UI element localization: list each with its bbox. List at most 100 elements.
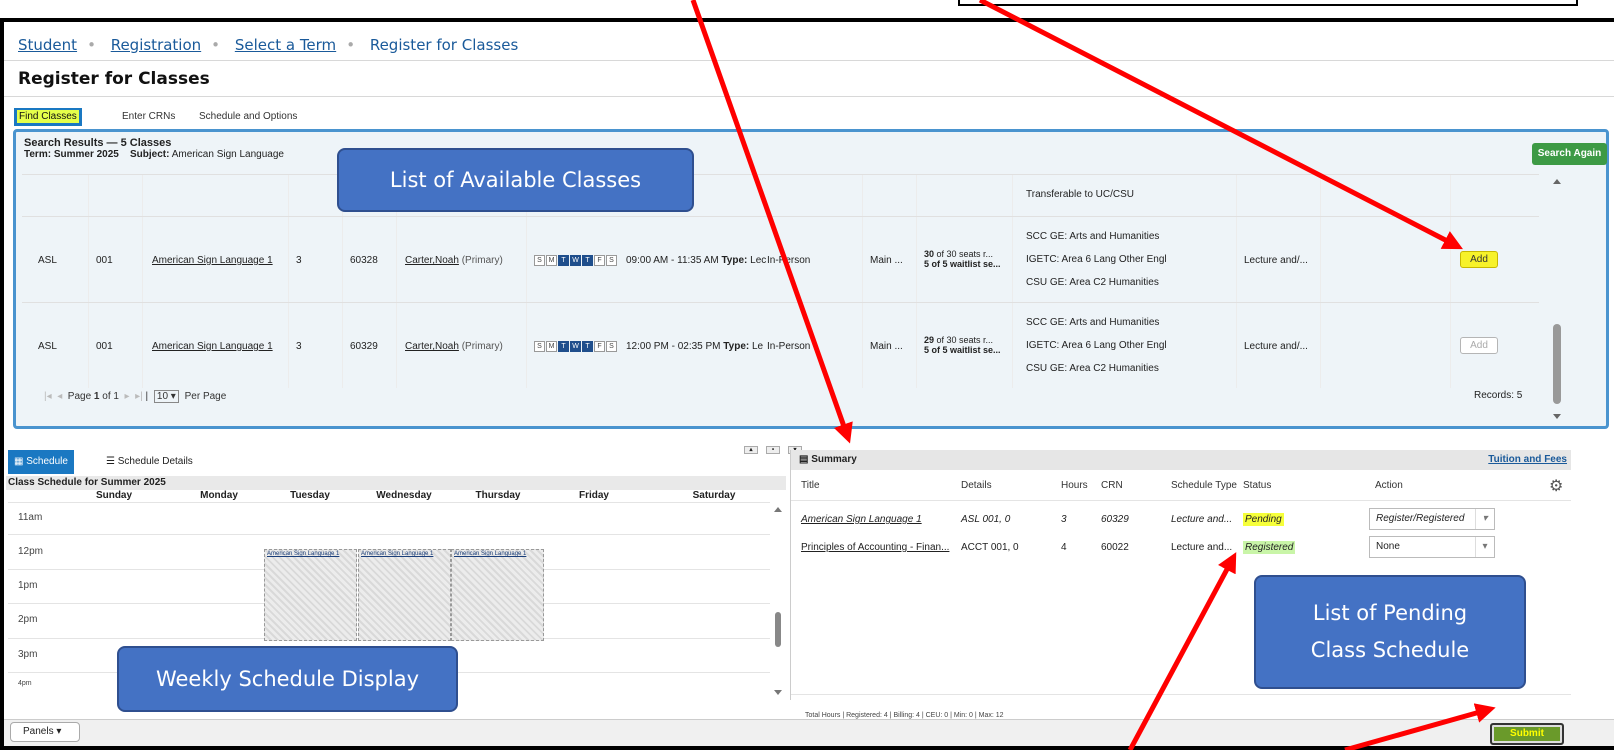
instructor-link[interactable]: Carter,Noah (405, 341, 459, 352)
hour-label: 3pm (18, 649, 38, 660)
callout-pending-schedule: List of Pending Class Schedule (1254, 575, 1526, 689)
day-header: Saturday (692, 490, 736, 501)
submit-button[interactable]: Submit (1490, 723, 1564, 745)
tab-bar: Find Classes Enter CRNs Schedule and Opt… (14, 106, 1614, 128)
subject-cell: ASL (38, 255, 57, 266)
tuition-fees-link[interactable]: Tuition and Fees (1488, 450, 1567, 470)
breadcrumb-student[interactable]: Student (18, 36, 77, 54)
summary-hours: 3 (1061, 514, 1067, 525)
search-again-button[interactable]: Search Again (1532, 143, 1607, 165)
tab-enter-crns[interactable]: Enter CRNs (122, 108, 175, 126)
tab-schedule-details[interactable]: ☰ Schedule Details (100, 450, 199, 474)
pagination: |◂ ◂ Page 1 of 1 ▸ ▸| | 10 ▾ Per Page (44, 390, 227, 403)
search-results-title: Search Results — 5 Classes (24, 137, 172, 149)
column-header: Schedule Type (1171, 480, 1237, 491)
column-header: Hours (1061, 480, 1088, 491)
hours-cell: 3 (296, 341, 302, 352)
attributes-cell: SCC GE: Arts and Humanities IGETC: Area 6… (1026, 231, 1167, 288)
tab-schedule-options[interactable]: Schedule and Options (199, 108, 297, 126)
hour-label: 11am (18, 512, 43, 523)
top-decoration-box (958, 0, 1578, 6)
crn-cell: 60329 (350, 341, 378, 352)
table-row: ASL 001 American Sign Language 1 3 60328… (22, 216, 1539, 302)
instruction-mode: In-Person (767, 255, 811, 266)
column-header: Status (1243, 480, 1272, 491)
hours-cell: 3 (296, 255, 302, 266)
panel-splitter[interactable]: ▴•▾ (744, 442, 834, 454)
day-header: Thursday (475, 490, 521, 501)
page-title: Register for Classes (18, 69, 210, 89)
campus-cell: Main ... (870, 255, 903, 266)
breadcrumb-current: Register for Classes (369, 36, 519, 54)
day-header: Tuesday (290, 490, 330, 501)
status-badge: Registered (1243, 541, 1296, 554)
class-block[interactable]: American Sign Language 1 (264, 549, 357, 641)
breadcrumb-select-term[interactable]: Select a Term (235, 36, 336, 54)
prev-page-icon[interactable]: ◂ (57, 391, 62, 402)
action-select[interactable]: None (1369, 536, 1495, 558)
course-title-link[interactable]: American Sign Language 1 (152, 255, 273, 266)
instructor-cell: Carter,Noah (Primary) (405, 341, 503, 352)
table-row: ASL 001 American Sign Language 1 3 60329… (22, 302, 1539, 388)
course-cell: 001 (96, 255, 113, 266)
course-title-link[interactable]: American Sign Language 1 (152, 341, 273, 352)
meeting-time: 12:00 PM - 02:35 PM Type: Le (626, 341, 764, 352)
summary-crn: 60329 (1101, 514, 1129, 525)
summary-details: ASL 001, 0 (961, 514, 1011, 525)
seats-cell: 30 of 30 seats r... 5 of 5 waitlist se... (924, 249, 1001, 269)
hour-label: 4pm (18, 680, 32, 687)
per-page-select[interactable]: 10 ▾ (153, 390, 179, 403)
meeting-days: SMTWTFS (534, 255, 617, 266)
schedule-scrollbar[interactable] (770, 502, 786, 702)
search-results-term: Term: Summer 2025 Subject: American Sign… (24, 149, 284, 160)
breadcrumb-registration[interactable]: Registration (111, 36, 201, 54)
crn-cell: 60328 (350, 255, 378, 266)
attributes-cell: SCC GE: Arts and Humanities IGETC: Area 6… (1026, 317, 1167, 374)
records-count: Records: 5 (1474, 390, 1523, 401)
schedule-type-cell: Lecture and/... (1244, 341, 1308, 352)
add-button[interactable]: Add (1460, 251, 1498, 268)
day-header: Friday (578, 490, 609, 501)
summary-crn: 60022 (1101, 542, 1129, 553)
last-page-icon[interactable]: ▸| (135, 391, 143, 402)
results-scrollbar[interactable] (1550, 174, 1564, 424)
column-header: Action (1375, 480, 1403, 491)
class-block[interactable]: American Sign Language 1 (358, 549, 451, 641)
seats-cell: 29 of 30 seats r... 5 of 5 waitlist se... (924, 335, 1001, 355)
meeting-days: SMTWTFS (534, 341, 617, 352)
callout-weekly-schedule: Weekly Schedule Display (117, 646, 458, 712)
column-header: Details (961, 480, 992, 491)
panels-button[interactable]: Panels ▾ (10, 722, 80, 742)
tab-schedule[interactable]: ▦ Schedule (8, 450, 74, 474)
campus-cell: Main ... (870, 341, 903, 352)
summary-title-link[interactable]: Principles of Accounting - Finan... (801, 542, 949, 553)
table-row: Transferable to UC/CSU (22, 174, 1539, 216)
attribute-text: Transferable to UC/CSU (1026, 189, 1134, 200)
instructor-link[interactable]: Carter,Noah (405, 255, 459, 266)
summary-schedule-type: Lecture and... (1171, 542, 1233, 553)
next-page-icon[interactable]: ▸ (125, 391, 130, 402)
summary-title-link[interactable]: American Sign Language 1 (801, 514, 922, 525)
callout-available-classes: List of Available Classes (337, 148, 694, 212)
gear-icon[interactable]: ⚙ (1549, 476, 1563, 496)
app-window: Student • Registration • Select a Term • Re… (0, 18, 1614, 750)
breadcrumb: Student • Registration • Select a Term • Re… (18, 36, 519, 54)
day-header: Monday (200, 490, 238, 501)
schedule-title: Class Schedule for Summer 2025 (6, 476, 786, 490)
search-results-panel: Search Results — 5 Classes Term: Summer … (13, 129, 1609, 429)
day-header: Sunday (95, 490, 133, 501)
divider (4, 96, 1614, 97)
add-button[interactable]: Add (1460, 337, 1498, 354)
class-block[interactable]: American Sign Language 1 (451, 549, 544, 641)
summary-hours: 4 (1061, 542, 1067, 553)
summary-header: ▤ Summary Tuition and Fees (791, 450, 1571, 470)
instruction-mode: In-Person (767, 341, 811, 352)
hour-label: 1pm (18, 580, 38, 591)
summary-totals: Total Hours | Registered: 4 | Billing: 4… (805, 712, 1004, 719)
column-header: Title (801, 480, 820, 491)
first-page-icon[interactable]: |◂ (44, 391, 52, 402)
tab-find-classes[interactable]: Find Classes (14, 108, 82, 126)
action-select[interactable]: Register/Registered (1369, 508, 1495, 530)
divider (4, 60, 1614, 61)
subject-cell: ASL (38, 341, 57, 352)
